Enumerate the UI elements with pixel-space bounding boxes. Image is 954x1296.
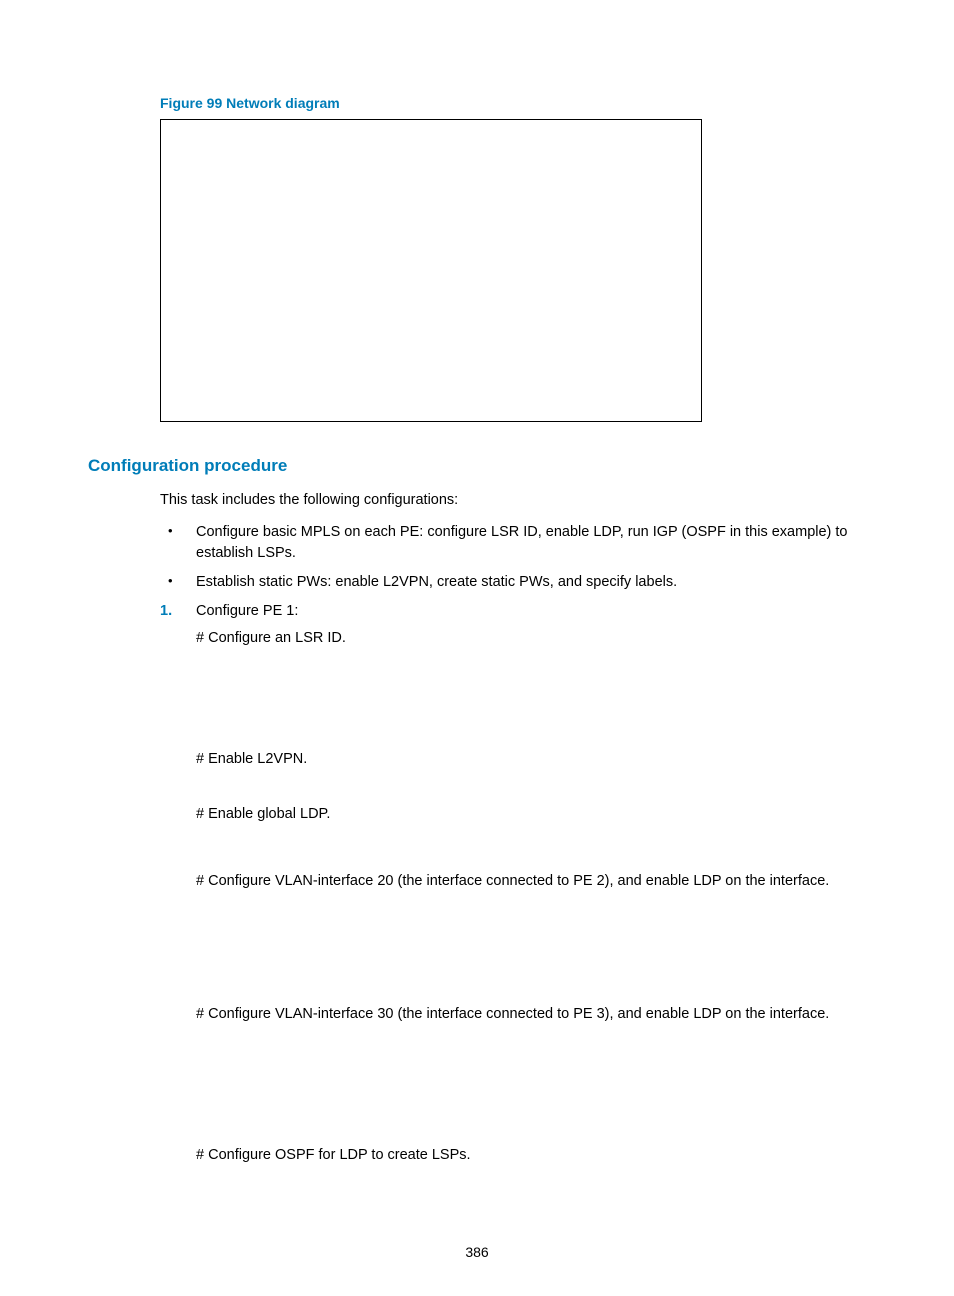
intro-text: This task includes the following configu… <box>160 490 866 510</box>
page-number: 386 <box>0 1244 954 1260</box>
list-item: Configure basic MPLS on each PE: configu… <box>160 522 866 564</box>
step-item: 1. Configure PE 1: # Configure an LSR ID… <box>160 601 866 1166</box>
substep-text: # Enable global LDP. <box>196 804 866 825</box>
substep-text: # Configure VLAN-interface 30 (the inter… <box>196 1004 866 1025</box>
substep-text: # Enable L2VPN. <box>196 749 866 770</box>
step-marker: 1. <box>160 601 172 622</box>
section-heading: Configuration procedure <box>88 456 866 476</box>
numbered-steps: 1. Configure PE 1: # Configure an LSR ID… <box>160 601 866 1166</box>
figure-caption: Figure 99 Network diagram <box>160 95 866 111</box>
network-diagram-placeholder <box>160 119 702 422</box>
substep-text: # Configure OSPF for LDP to create LSPs. <box>196 1145 866 1166</box>
step-title: Configure PE 1: <box>196 601 866 622</box>
substep-text: # Configure VLAN-interface 20 (the inter… <box>196 871 866 892</box>
bullet-list: Configure basic MPLS on each PE: configu… <box>160 522 866 593</box>
list-item: Establish static PWs: enable L2VPN, crea… <box>160 572 866 593</box>
substep-text: # Configure an LSR ID. <box>196 628 866 649</box>
